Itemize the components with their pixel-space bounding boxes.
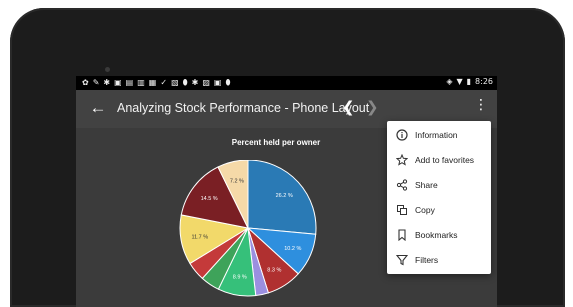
star-icon bbox=[395, 153, 409, 167]
copy-icon bbox=[395, 203, 409, 217]
status-time: 8:26 bbox=[475, 77, 493, 86]
vibrate-icon: ◈ bbox=[446, 77, 453, 86]
pin-icon: ⬮ bbox=[182, 78, 188, 87]
notif-icon: ▥ bbox=[137, 78, 145, 87]
image-icon: ▤ bbox=[125, 78, 134, 87]
slice-label: 8.9 % bbox=[233, 274, 247, 280]
menu-item-label: Add to favorites bbox=[415, 155, 475, 165]
battery-icon: ▮ bbox=[466, 77, 472, 86]
notif-icon: ✿ bbox=[82, 78, 89, 87]
slice-label: 10.2 % bbox=[284, 246, 301, 252]
notif-icon: ✱ bbox=[191, 78, 199, 87]
wifi-icon: ▼ bbox=[456, 77, 463, 86]
menu-item-information[interactable]: Information bbox=[387, 123, 491, 147]
slice-label: 11.7 % bbox=[191, 235, 208, 241]
menu-item-bookmarks[interactable]: Bookmarks bbox=[387, 223, 491, 247]
pie-chart: 26.2 % 10.2 % 8.3 % 8.9 % 11.7 % 14.5 % 7.2 % bbox=[179, 160, 317, 297]
notif-icon: ▣ bbox=[213, 78, 222, 87]
info-icon bbox=[395, 128, 409, 142]
menu-item-add-to-favorites[interactable]: Add to favorites bbox=[387, 148, 491, 172]
menu-item-copy[interactable]: Copy bbox=[387, 198, 491, 222]
more-vert-icon[interactable]: ⋮ bbox=[474, 98, 488, 112]
menu-item-label: Bookmarks bbox=[415, 230, 458, 240]
menu-item-label: Share bbox=[415, 180, 438, 190]
pin-icon: ⬮ bbox=[225, 78, 231, 87]
wrench-icon: ✎ bbox=[92, 78, 100, 87]
menu-item-filters[interactable]: Filters bbox=[387, 248, 491, 272]
chevron-right-icon[interactable]: ❯ bbox=[366, 98, 379, 116]
menu-item-share[interactable]: Share bbox=[387, 173, 491, 197]
slice-label: 8.3 % bbox=[267, 267, 281, 273]
share-icon bbox=[395, 178, 409, 192]
notif-icon: ▦ bbox=[148, 78, 157, 87]
image-icon: ▣ bbox=[114, 78, 122, 87]
slice-label: 7.2 % bbox=[230, 178, 244, 184]
filter-icon bbox=[395, 253, 409, 267]
bookmark-icon bbox=[395, 228, 409, 242]
overflow-menu: Information Add to favorites Share Copy … bbox=[387, 121, 491, 274]
page-title: Analyzing Stock Performance - Phone Layo… bbox=[117, 101, 370, 115]
notification-icons: ✿ ✎ ✱ ▣ ▤ ▥ ▦ ✓ ▧ ⬮ ✱ ▨ ▣ ⬮ bbox=[82, 78, 231, 88]
status-right: ◈ ▼ ▮ 8:26 bbox=[446, 77, 493, 86]
back-arrow-icon[interactable]: ← bbox=[88, 97, 108, 119]
menu-item-label: Filters bbox=[415, 255, 439, 265]
status-bar: ✿ ✎ ✱ ▣ ▤ ▥ ▦ ✓ ▧ ⬮ ✱ ▨ ▣ ⬮ ◈ ▼ ▮ 8:26 bbox=[76, 76, 497, 90]
chevron-left-icon[interactable]: ❮ bbox=[342, 98, 355, 116]
menu-item-label: Copy bbox=[415, 205, 435, 215]
slice-label: 14.5 % bbox=[201, 196, 218, 202]
check-icon: ✓ bbox=[160, 78, 168, 87]
slice-label: 26.2 % bbox=[276, 193, 293, 199]
camera-dot bbox=[105, 67, 110, 72]
notif-icon: ✱ bbox=[103, 78, 111, 87]
notif-icon: ▧ bbox=[171, 78, 179, 87]
menu-item-label: Information bbox=[415, 130, 458, 140]
notif-icon: ▨ bbox=[202, 78, 210, 87]
screen: ✿ ✎ ✱ ▣ ▤ ▥ ▦ ✓ ▧ ⬮ ✱ ▨ ▣ ⬮ ◈ ▼ ▮ 8:26 ←… bbox=[76, 76, 497, 307]
